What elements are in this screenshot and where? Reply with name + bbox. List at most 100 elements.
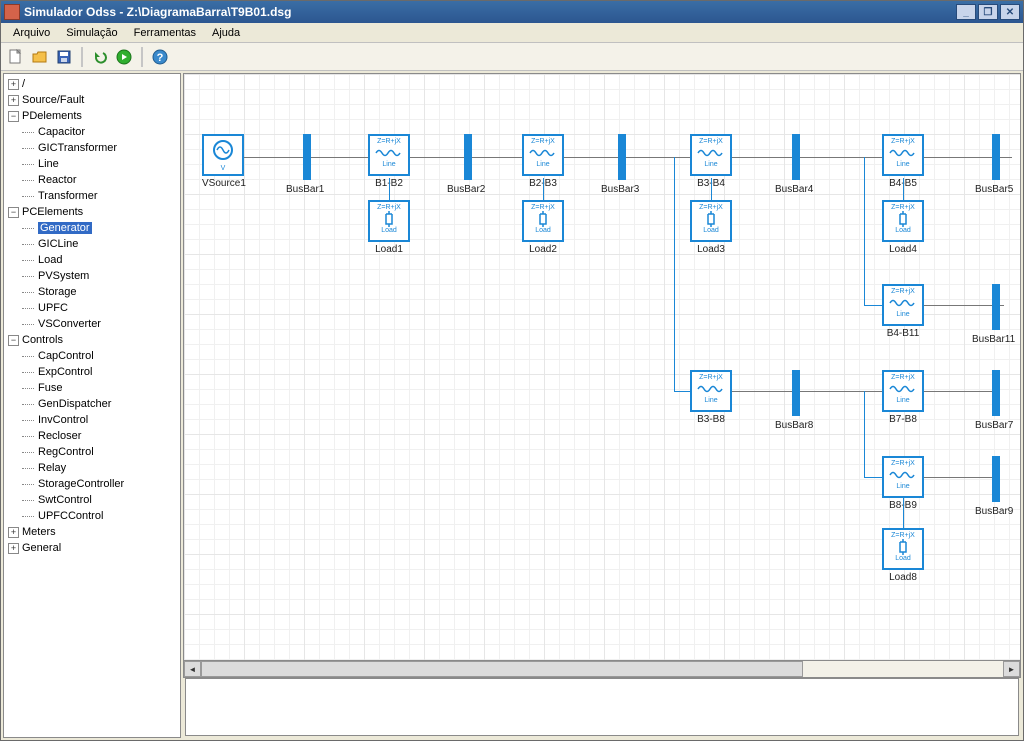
busbar8[interactable] xyxy=(792,370,800,416)
tree-swtcontrol[interactable]: SwtControl xyxy=(38,494,92,506)
menu-simulacao[interactable]: Simulação xyxy=(58,25,125,41)
block-load4[interactable]: Z=R+jXLoad Load4 xyxy=(882,200,924,255)
block-vsource1[interactable]: V VSource1 xyxy=(202,134,246,189)
block-load3[interactable]: Z=R+jXLoad Load3 xyxy=(690,200,732,255)
scroll-right-button[interactable]: ► xyxy=(1003,661,1020,677)
wire xyxy=(864,157,865,305)
block-load1[interactable]: Z=R+jXLoad Load1 xyxy=(368,200,410,255)
expand-icon[interactable]: + xyxy=(8,527,19,538)
block-load8[interactable]: Z=R+jXLoad Load8 xyxy=(882,528,924,583)
new-button[interactable] xyxy=(5,46,27,68)
busbar3[interactable] xyxy=(618,134,626,180)
horizontal-scrollbar[interactable]: ◄ ► xyxy=(183,661,1021,678)
tree-expcontrol[interactable]: ExpControl xyxy=(38,366,92,378)
tree-upfccontrol[interactable]: UPFCControl xyxy=(38,510,103,522)
busbar3-label: BusBar3 xyxy=(601,184,639,195)
window-title: Simulador Odss - Z:\DiagramaBarra\T9B01.… xyxy=(24,5,956,19)
app-window: Simulador Odss - Z:\DiagramaBarra\T9B01.… xyxy=(0,0,1024,741)
tree-relay[interactable]: Relay xyxy=(38,462,66,474)
menu-ajuda[interactable]: Ajuda xyxy=(204,25,248,41)
minimize-button[interactable]: _ xyxy=(956,4,976,20)
tree-recloser[interactable]: Recloser xyxy=(38,430,81,442)
busbar5[interactable] xyxy=(992,134,1000,180)
tree-capacitor[interactable]: Capacitor xyxy=(38,126,85,138)
load2-label: Load2 xyxy=(522,244,564,255)
tree-upfc[interactable]: UPFC xyxy=(38,302,68,314)
wire xyxy=(674,157,675,391)
wire xyxy=(543,178,544,200)
close-button[interactable]: ✕ xyxy=(1000,4,1020,20)
title-bar[interactable]: Simulador Odss - Z:\DiagramaBarra\T9B01.… xyxy=(1,1,1023,23)
busbar8-label: BusBar8 xyxy=(775,420,813,431)
b4b11-label: B4-B11 xyxy=(882,328,924,339)
load8-label: Load8 xyxy=(882,572,924,583)
wire xyxy=(800,391,882,392)
expand-icon[interactable]: − xyxy=(8,335,19,346)
busbar2-label: BusBar2 xyxy=(447,184,485,195)
tree-gicline[interactable]: GICLine xyxy=(38,238,78,250)
maximize-button[interactable]: ❐ xyxy=(978,4,998,20)
tree-invcontrol[interactable]: InvControl xyxy=(38,414,88,426)
tree-root[interactable]: / xyxy=(22,78,25,90)
scroll-thumb[interactable] xyxy=(201,661,803,677)
tree-panel[interactable]: +/ +Source/Fault −PDelements Capacitor G… xyxy=(3,73,181,738)
wire xyxy=(924,391,994,392)
open-button[interactable] xyxy=(29,46,51,68)
busbar1[interactable] xyxy=(303,134,311,180)
tree-storagecontroller[interactable]: StorageController xyxy=(38,478,124,490)
busbar4[interactable] xyxy=(792,134,800,180)
tree-gictransformer[interactable]: GICTransformer xyxy=(38,142,117,154)
tree-controls[interactable]: Controls xyxy=(22,334,63,346)
block-b3b8[interactable]: Z=R+jXLine B3-B8 xyxy=(690,370,732,425)
diagram-canvas[interactable]: V VSource1 BusBar1 Z=R+jXLine B1-B2 Z=R+… xyxy=(183,73,1021,661)
tree-generator[interactable]: Generator xyxy=(38,222,92,234)
block-b7b8[interactable]: Z=R+jXLine B7-B8 xyxy=(882,370,924,425)
tree-meters[interactable]: Meters xyxy=(22,526,56,538)
wire xyxy=(864,477,882,478)
expand-icon[interactable]: + xyxy=(8,543,19,554)
tree-load[interactable]: Load xyxy=(38,254,62,266)
undo-button[interactable] xyxy=(89,46,111,68)
scroll-left-button[interactable]: ◄ xyxy=(184,661,201,677)
tree-capcontrol[interactable]: CapControl xyxy=(38,350,94,362)
tree-general[interactable]: General xyxy=(22,542,61,554)
tree-pdelements[interactable]: PDelements xyxy=(22,110,82,122)
tree-reactor[interactable]: Reactor xyxy=(38,174,77,186)
run-button[interactable] xyxy=(113,46,135,68)
toolbar-separator-2 xyxy=(141,47,143,67)
wire xyxy=(924,477,994,478)
tree-sourcefault[interactable]: Source/Fault xyxy=(22,94,84,106)
app-icon xyxy=(4,4,20,20)
tree-vsconverter[interactable]: VSConverter xyxy=(38,318,101,330)
busbar9[interactable] xyxy=(992,456,1000,502)
expand-icon[interactable]: − xyxy=(8,111,19,122)
scroll-track[interactable] xyxy=(201,661,1003,677)
menu-bar: Arquivo Simulação Ferramentas Ajuda xyxy=(1,23,1023,43)
busbar5-label: BusBar5 xyxy=(975,184,1013,195)
vsource1-label: VSource1 xyxy=(202,178,246,189)
busbar11[interactable] xyxy=(992,284,1000,330)
help-button[interactable]: ? xyxy=(149,46,171,68)
save-button[interactable] xyxy=(53,46,75,68)
tree-fuse[interactable]: Fuse xyxy=(38,382,62,394)
expand-icon[interactable]: + xyxy=(8,95,19,106)
tree-transformer[interactable]: Transformer xyxy=(38,190,98,202)
expand-icon[interactable]: + xyxy=(8,79,19,90)
tree-gendispatcher[interactable]: GenDispatcher xyxy=(38,398,111,410)
output-panel[interactable] xyxy=(185,678,1019,736)
wire xyxy=(903,178,904,200)
busbar2[interactable] xyxy=(464,134,472,180)
expand-icon[interactable]: − xyxy=(8,207,19,218)
tree-regcontrol[interactable]: RegControl xyxy=(38,446,94,458)
menu-arquivo[interactable]: Arquivo xyxy=(5,25,58,41)
tree-storage[interactable]: Storage xyxy=(38,286,77,298)
menu-ferramentas[interactable]: Ferramentas xyxy=(126,25,204,41)
block-b4b11[interactable]: Z=R+jXLine B4-B11 xyxy=(882,284,924,339)
busbar7[interactable] xyxy=(992,370,1000,416)
block-load2[interactable]: Z=R+jXLoad Load2 xyxy=(522,200,564,255)
wire xyxy=(389,178,390,200)
wire xyxy=(711,178,712,200)
tree-pcelements[interactable]: PCElements xyxy=(22,206,83,218)
tree-pvsystem[interactable]: PVSystem xyxy=(38,270,89,282)
tree-line[interactable]: Line xyxy=(38,158,59,170)
